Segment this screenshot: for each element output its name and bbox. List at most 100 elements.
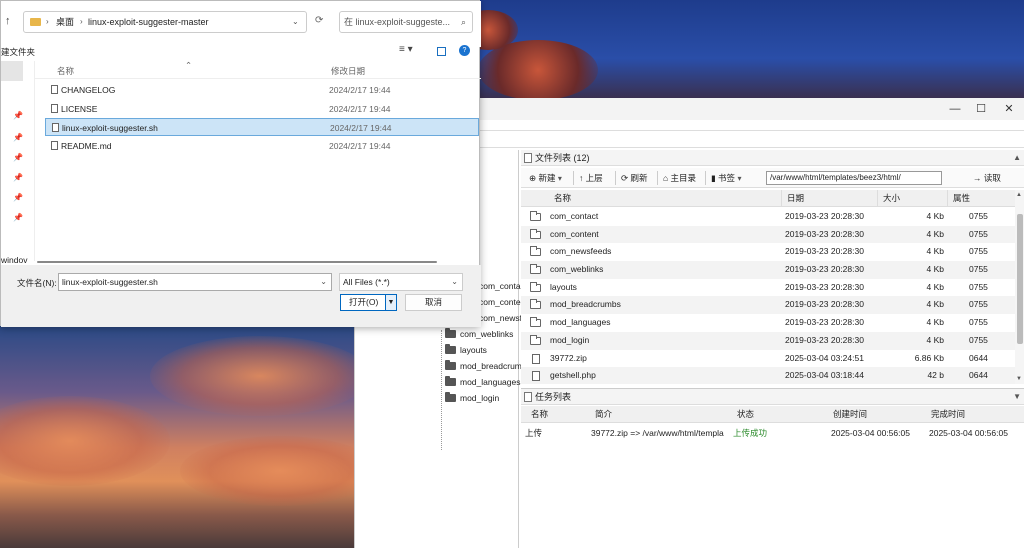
file-list-scrollbar[interactable]: ▲ ▼	[1015, 190, 1024, 384]
folder-icon	[530, 334, 541, 345]
file-icon	[52, 123, 59, 132]
file-row[interactable]: com_contact 2019-03-23 20:28:30 4 Kb 0755	[521, 208, 1015, 226]
file-row[interactable]: com_content 2019-03-23 20:28:30 4 Kb 0755	[521, 225, 1015, 244]
address-bar[interactable]: › 桌面 › linux-exploit-suggester-master ⌄	[23, 11, 307, 33]
home-button[interactable]: ⌂ 主目录	[663, 170, 696, 186]
scroll-down-icon[interactable]: ▼	[1016, 376, 1022, 382]
column-task-finished[interactable]: 完成时间	[931, 406, 965, 423]
file-row[interactable]: getshell.php 2025-03-04 03:18:44 42 b 0644	[521, 367, 1015, 384]
column-name[interactable]: 名称	[57, 65, 74, 77]
folder-icon	[445, 328, 456, 338]
file-row[interactable]: com_newsfeeds 2019-03-23 20:28:30 4 Kb 0755	[521, 243, 1015, 262]
column-date[interactable]: 修改日期	[331, 65, 365, 77]
file-icon	[532, 371, 540, 382]
tree-item-com-contact[interactable]: com_contact	[479, 278, 527, 294]
file-name: mod_breadcrumbs	[550, 299, 621, 310]
file-date: 2025-03-04 03:24:51	[785, 352, 864, 363]
help-icon[interactable]: ?	[459, 45, 470, 56]
back-up-icon[interactable]: ↑	[5, 15, 11, 27]
file-date: 2024/2/17 19:44	[329, 140, 391, 151]
file-size: 4 Kb	[926, 211, 945, 221]
column-task-desc[interactable]: 简介	[595, 406, 612, 423]
file-date: 2019-03-23 20:28:30	[785, 281, 864, 292]
file-icon	[51, 140, 58, 150]
dialog-list-header: 名称 ⌃ 修改日期	[35, 60, 481, 79]
nav-item-label[interactable]: windov	[1, 255, 27, 265]
tree-item-com-weblinks[interactable]: com_weblinks	[445, 326, 513, 342]
file-row[interactable]: 39772.zip 2025-03-04 03:24:51 6.86 Kb 0644	[521, 349, 1015, 368]
folder-icon	[530, 228, 541, 239]
desktop-wallpaper-bottom	[0, 326, 380, 548]
column-date[interactable]: 日期	[787, 190, 804, 207]
path-input[interactable]: /var/www/html/templates/beez3/html/	[766, 171, 942, 185]
open-button[interactable]: 打开(O) ▼	[340, 294, 397, 311]
tree-item-label: mod_languages	[460, 377, 521, 387]
file-name: com_contact	[550, 211, 599, 221]
view-menu-icon[interactable]: ≡ ▾	[399, 44, 413, 55]
file-name: CHANGELOG	[61, 85, 116, 95]
collapse-icon[interactable]: ▲	[1013, 150, 1021, 166]
file-row[interactable]: mod_login 2019-03-23 20:28:30 4 Kb 0755	[521, 331, 1015, 350]
file-row[interactable]: com_weblinks 2019-03-23 20:28:30 4 Kb 0755	[521, 261, 1015, 279]
breadcrumb-desktop[interactable]: 桌面	[56, 12, 74, 32]
file-date: 2019-03-23 20:28:30	[785, 228, 864, 239]
file-date: 2019-03-23 20:28:30	[785, 317, 864, 328]
maximize-icon[interactable]: ☐	[971, 101, 991, 117]
file-size: 6.86 Kb	[914, 352, 944, 363]
task-list-panel: 任务列表 ▼ 名称 简介 状态 创建时间 完成时间 上传 39772.zip =>…	[521, 388, 1024, 548]
file-row[interactable]: layouts 2019-03-23 20:28:30 4 Kb 0755	[521, 278, 1015, 297]
desktop-wallpaper-top	[458, 0, 1024, 100]
collapse-icon[interactable]: ▼	[1013, 389, 1021, 405]
tree-item-layouts[interactable]: layouts	[445, 342, 487, 358]
open-dropdown-icon[interactable]: ▼	[385, 295, 396, 310]
column-size[interactable]: 大小	[883, 190, 900, 207]
filetype-select[interactable]: All Files (*.*) ⌄	[339, 273, 463, 291]
folder-icon	[445, 344, 456, 354]
file-size: 4 Kb	[926, 281, 945, 292]
file-date: 2024/2/17 19:44	[329, 85, 391, 95]
file-size: 42 b	[927, 370, 944, 381]
dialog-commandbar: 建文件夹 ≡ ▾ ?	[1, 41, 481, 61]
preview-pane-icon[interactable]	[437, 47, 446, 56]
cancel-button[interactable]: 取消	[405, 294, 462, 311]
task-row[interactable]: 上传 39772.zip => /var/www/html/templa 上传成…	[521, 425, 1024, 442]
dialog-file-list: 名称 ⌃ 修改日期 CHANGELOG 2024/2/17 19:44 LICENS…	[35, 60, 481, 261]
chevron-down-icon[interactable]: ⌄	[292, 12, 299, 32]
dialog-file-row[interactable]: CHANGELOG 2024/2/17 19:44	[45, 81, 479, 99]
read-button[interactable]: → 读取	[973, 170, 1001, 186]
column-name[interactable]: 名称	[554, 190, 571, 207]
document-icon	[524, 392, 532, 402]
scroll-up-icon[interactable]: ▲	[1016, 192, 1022, 198]
file-name: com_newsfeeds	[550, 246, 612, 257]
column-task-created[interactable]: 创建时间	[833, 406, 867, 423]
column-task-name[interactable]: 名称	[531, 406, 548, 423]
new-button[interactable]: ⊕ 新建 ▾	[529, 170, 562, 186]
up-button[interactable]: ↑ 上层	[579, 170, 603, 186]
breadcrumb-current[interactable]: linux-exploit-suggester-master	[88, 12, 209, 32]
bookmark-button[interactable]: ▮ 书签 ▾	[711, 170, 741, 186]
tree-item-mod-login[interactable]: mod_login	[445, 390, 499, 406]
dialog-file-row[interactable]: README.md 2024/2/17 19:44	[45, 137, 479, 155]
refresh-icon[interactable]: ⟳	[315, 15, 323, 26]
filename-input[interactable]: linux-exploit-suggester.sh ⌄	[58, 273, 332, 291]
dialog-file-row[interactable]: linux-exploit-suggester.sh 2024/2/17 19:4…	[45, 118, 479, 136]
column-attr[interactable]: 属性	[953, 190, 970, 207]
file-attr: 0755	[969, 228, 988, 239]
file-attr: 0755	[969, 211, 988, 221]
dialog-file-row[interactable]: LICENSE 2024/2/17 19:44	[45, 100, 479, 118]
file-icon	[51, 85, 58, 94]
tree-item-mod-breadcrumbs[interactable]: mod_breadcrumbs	[445, 358, 531, 374]
column-task-status[interactable]: 状态	[737, 406, 754, 423]
file-row[interactable]: mod_breadcrumbs 2019-03-23 20:28:30 4 Kb 07…	[521, 296, 1015, 315]
file-size: 4 Kb	[926, 246, 945, 257]
file-toolbar: ⊕ 新建 ▾ ↑ 上层 ⟳ 刷新 ⌂ 主目录 ▮ 书签 ▾ /var/www/h…	[521, 168, 1024, 188]
minimize-icon[interactable]: —	[945, 101, 965, 117]
new-folder-button[interactable]: 建文件夹	[1, 46, 35, 58]
file-row[interactable]: mod_languages 2019-03-23 20:28:30 4 Kb 0755	[521, 314, 1015, 332]
close-icon[interactable]: ✕	[999, 101, 1019, 117]
folder-icon	[445, 376, 456, 386]
refresh-button[interactable]: ⟳ 刷新	[621, 170, 648, 186]
search-input[interactable]: 在 linux-exploit-suggeste... ⌕	[339, 11, 473, 33]
chevron-down-icon[interactable]: ⌄	[320, 274, 327, 290]
tree-item-mod-languages[interactable]: mod_languages	[445, 374, 521, 390]
